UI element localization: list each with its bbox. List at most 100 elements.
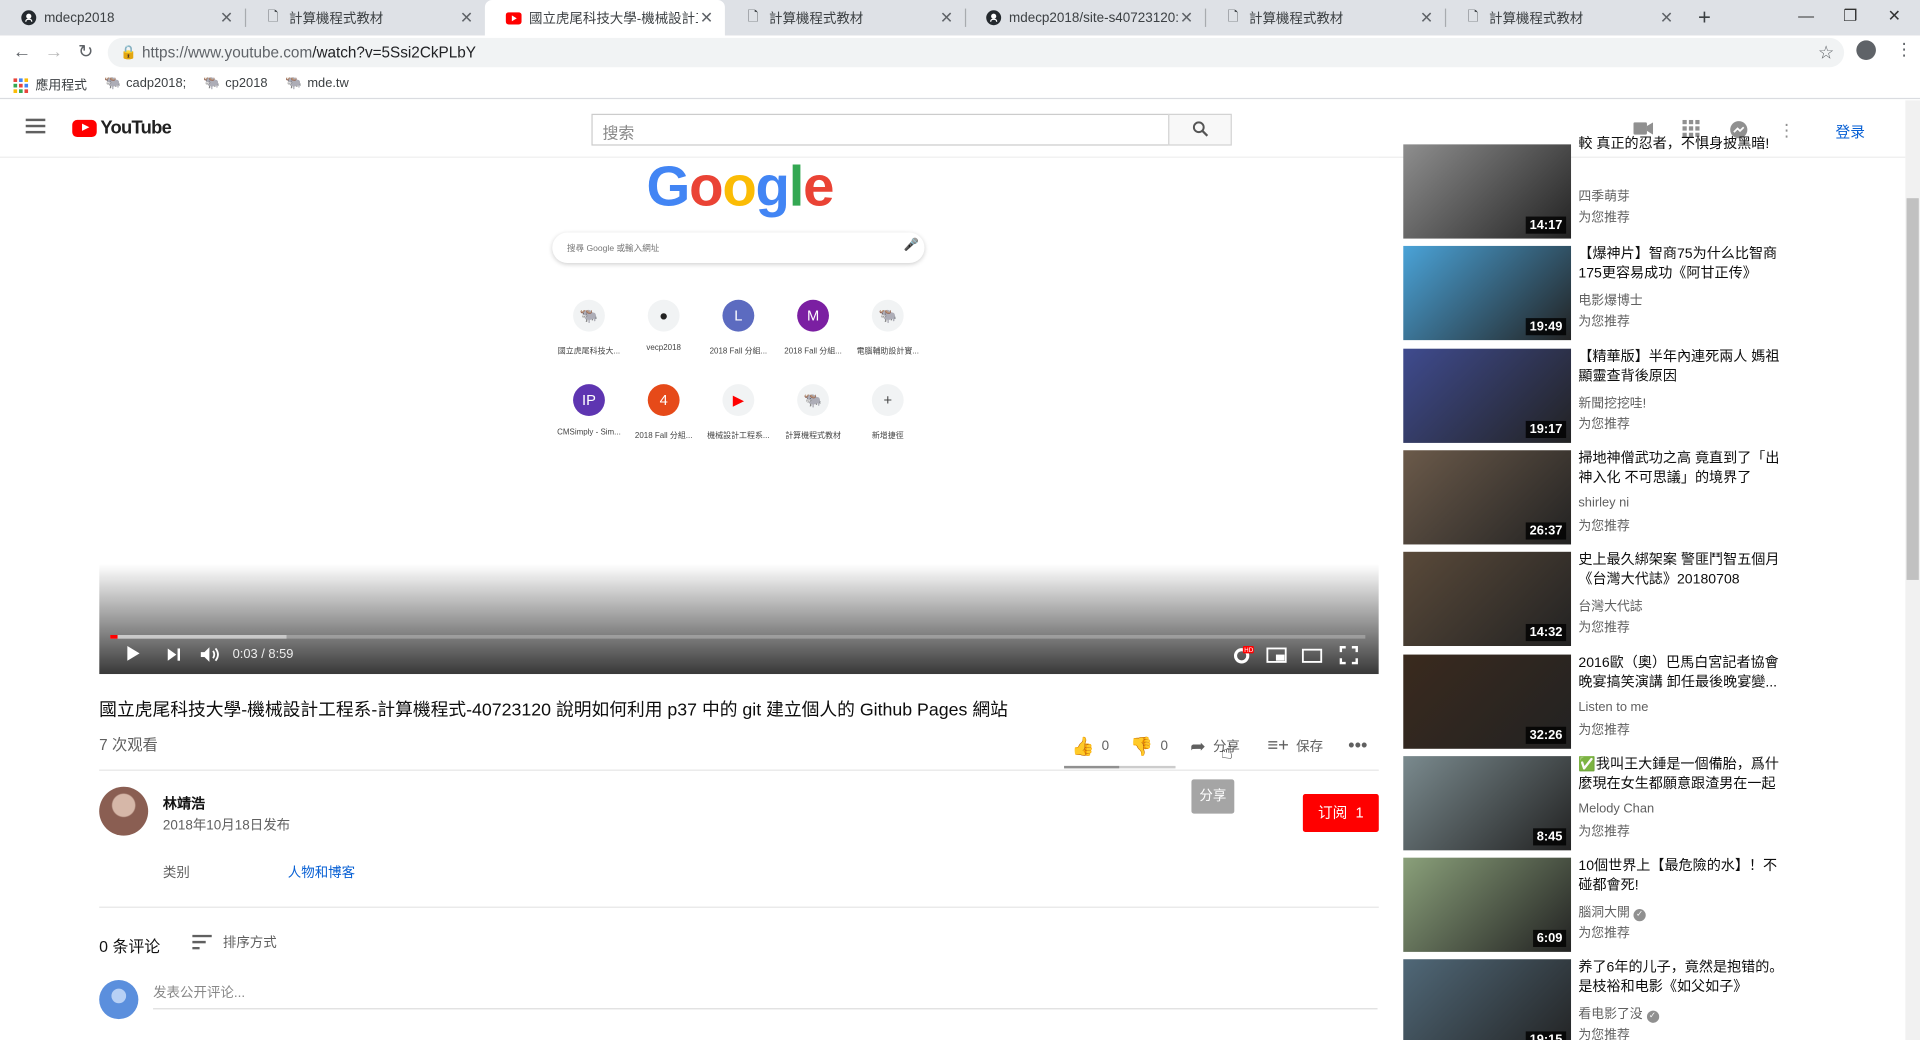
url-text: https://www.youtube.com/watch?v=5Ssi2CkP… bbox=[142, 44, 476, 62]
channel-name[interactable]: 林靖浩 bbox=[163, 794, 205, 814]
category-link[interactable]: 人物和博客 bbox=[288, 863, 355, 883]
recommendation-title[interactable]: 史上最久綁架案 警匪鬥智五個月《台灣大代誌》20180708 bbox=[1578, 552, 1784, 590]
video-duration: 14:17 bbox=[1525, 216, 1567, 234]
tab-teaching-1[interactable]: 🗋 計算機程式教材 ✕ bbox=[245, 0, 485, 35]
video-thumbnail[interactable]: 14:32 bbox=[1403, 551, 1572, 647]
bookmark-mde[interactable]: 🐃 mde.tw bbox=[285, 76, 348, 91]
settings-hd-icon[interactable]: HD bbox=[1232, 645, 1254, 671]
video-thumbnail[interactable]: 32:26 bbox=[1403, 654, 1572, 749]
video-thumbnail[interactable]: 6:09 bbox=[1403, 857, 1572, 952]
video-thumbnail[interactable]: 19:49 bbox=[1403, 245, 1572, 341]
shortcut-tile: ● vecp2018 bbox=[627, 299, 700, 352]
close-icon[interactable]: ✕ bbox=[458, 8, 475, 28]
browser-menu-icon[interactable]: ⋮ bbox=[1896, 39, 1913, 60]
dislike-button[interactable]: 👎 0 bbox=[1130, 735, 1168, 758]
recommendation-item[interactable]: 8:45 ✅我叫王大錘是一個備胎，爲什麼現在女生都願意跟渣男在一起 Melody C… bbox=[1403, 756, 1893, 851]
recommendation-title[interactable]: 养了6年的儿子，竟然是抱错的。是枝裕和电影《如父如子》 bbox=[1578, 959, 1784, 997]
window-close-button[interactable]: ✕ bbox=[1866, 0, 1920, 35]
login-button[interactable]: 登录 bbox=[1836, 121, 1865, 142]
shortcut-tile: 🐃 電腦輔助設計實... bbox=[851, 299, 924, 356]
shortcut-tile: L 2018 Fall 分組... bbox=[702, 299, 775, 356]
bookmark-cp2018[interactable]: 🐃 cp2018 bbox=[203, 76, 267, 91]
sentiment-like-fill bbox=[1064, 765, 1120, 769]
play-icon[interactable] bbox=[126, 645, 141, 668]
close-icon[interactable]: ✕ bbox=[1178, 8, 1195, 28]
miniplayer-icon[interactable] bbox=[1266, 645, 1287, 669]
save-button[interactable]: ≡+ 保存 bbox=[1267, 735, 1323, 756]
ox-icon: 🐃 bbox=[203, 75, 221, 91]
tab-mdecp2018[interactable]: mdecp2018 ✕ bbox=[0, 0, 245, 35]
close-icon[interactable]: ✕ bbox=[1658, 8, 1675, 28]
recommendation-reason: 为您推荐 bbox=[1578, 824, 1630, 840]
forward-button[interactable]: → bbox=[42, 40, 66, 64]
shortcut-tile-icon: 4 bbox=[647, 384, 680, 416]
recommendation-title[interactable]: 【爆神片】智商75为什么比智商175更容易成功《阿甘正传》 bbox=[1578, 246, 1784, 284]
address-bar[interactable]: 🔒 https://www.youtube.com/watch?v=5Ssi2C… bbox=[107, 37, 1845, 68]
close-icon[interactable]: ✕ bbox=[698, 8, 715, 28]
recommendation-title[interactable]: 2016歐（奧）巴馬白宮記者協會晚宴搞笑演講 卸任最後晚宴變... bbox=[1578, 655, 1784, 693]
reload-button[interactable]: ↻ bbox=[73, 40, 97, 64]
tab-teaching-2[interactable]: 🗋 計算機程式教材 ✕ bbox=[725, 0, 965, 35]
recommendation-item[interactable]: 6:09 10個世界上【最危險的水】！不碰都會死! 腦洞大開 ✓ 为您推荐 bbox=[1403, 857, 1893, 953]
tab-strip: mdecp2018 ✕ 🗋 計算機程式教材 ✕ 國立虎尾科技大學-機械設計工程 … bbox=[0, 0, 1920, 36]
video-thumbnail[interactable]: 14:17 bbox=[1403, 144, 1572, 239]
more-actions-button[interactable]: ••• bbox=[1348, 735, 1367, 756]
recommendation-title[interactable]: ✅我叫王大錘是一個備胎，爲什麼現在女生都願意跟渣男在一起 bbox=[1578, 756, 1784, 794]
recommendation-item[interactable]: 14:17 較 真正的忍者，不惧身披黑暗! 四季萌芽 为您推荐 bbox=[1403, 137, 1893, 239]
new-tab-button[interactable]: + bbox=[1692, 5, 1716, 29]
shortcut-tile-icon: 🐃 bbox=[573, 299, 605, 332]
recommendation-item[interactable]: 14:32 史上最久綁架案 警匪鬥智五個月《台灣大代誌》20180708 台灣大代誌… bbox=[1403, 551, 1893, 647]
recommendation-title[interactable]: 10個世界上【最危險的水】！不碰都會死! bbox=[1578, 858, 1784, 896]
bookmark-star-icon[interactable]: ☆ bbox=[1818, 42, 1834, 64]
recommendation-item[interactable]: 19:49 【爆神片】智商75为什么比智商175更容易成功《阿甘正传》 电影爆博士为… bbox=[1403, 245, 1893, 341]
thumbs-up-icon: 👍 bbox=[1071, 736, 1095, 758]
apps-grid-icon bbox=[13, 77, 29, 93]
close-icon[interactable]: ✕ bbox=[938, 8, 955, 28]
back-button[interactable]: ← bbox=[10, 40, 34, 64]
publish-date: 2018年10月18日发布 bbox=[162, 818, 291, 834]
shortcut-tile: 🐃 計算機程式教材 bbox=[776, 384, 849, 440]
search-input[interactable]: 搜索 bbox=[591, 113, 1170, 146]
channel-avatar[interactable] bbox=[99, 786, 149, 836]
bookmark-cadp2018[interactable]: 🐃 cadp2018; bbox=[104, 76, 186, 91]
like-button[interactable]: 👍 0 bbox=[1071, 735, 1109, 758]
youtube-logo[interactable]: YouTube bbox=[72, 117, 172, 138]
video-thumbnail[interactable]: 26:37 bbox=[1403, 450, 1572, 545]
comment-input[interactable]: 发表公开评论... bbox=[153, 982, 1378, 1010]
shortcut-tile-icon: + bbox=[871, 384, 904, 416]
shortcut-tile: 4 2018 Fall 分組... bbox=[627, 384, 700, 440]
next-icon[interactable] bbox=[167, 645, 182, 668]
recommendation-title[interactable]: 較 真正的忍者，不惧身披黑暗! bbox=[1578, 136, 1784, 155]
theater-mode-icon[interactable] bbox=[1301, 645, 1323, 669]
page-scrollbar[interactable] bbox=[1905, 100, 1920, 1040]
tab-teaching-4[interactable]: 🗋 計算機程式教材 ✕ bbox=[1445, 0, 1685, 35]
recommendation-title[interactable]: 【精華版】半年內連死兩人 媽祖顯靈查背後原因 bbox=[1578, 349, 1784, 387]
recommendation-item[interactable]: 26:37 掃地神僧武功之高 竟直到了「出神入化 不可思議」的境界了 shirley… bbox=[1403, 450, 1893, 545]
tab-youtube-video[interactable]: 國立虎尾科技大學-機械設計工程 ✕ bbox=[484, 0, 725, 36]
close-icon[interactable]: ✕ bbox=[1418, 8, 1435, 28]
profile-avatar-icon[interactable] bbox=[1856, 40, 1876, 60]
recommendation-item[interactable]: 19:17 【精華版】半年內連死兩人 媽祖顯靈查背後原因 新聞挖挖哇! 为您推荐 bbox=[1403, 348, 1893, 444]
scrollbar-thumb[interactable] bbox=[1906, 198, 1919, 580]
tab-teaching-3[interactable]: 🗋 計算機程式教材 ✕ bbox=[1205, 0, 1445, 35]
video-thumbnail[interactable]: 8:45 bbox=[1403, 756, 1572, 851]
close-icon[interactable]: ✕ bbox=[218, 8, 235, 28]
seek-bar[interactable] bbox=[110, 634, 1366, 639]
recommendation-title[interactable]: 掃地神僧武功之高 竟直到了「出神入化 不可思議」的境界了 bbox=[1578, 450, 1784, 488]
video-thumbnail[interactable]: 19:17 bbox=[1403, 348, 1572, 443]
verified-icon: ✓ bbox=[1646, 1010, 1659, 1023]
bookmark-apps[interactable]: 應用程式 bbox=[13, 76, 87, 94]
volume-icon[interactable] bbox=[200, 645, 222, 669]
video-duration: 26:37 bbox=[1525, 522, 1567, 540]
fullscreen-icon[interactable] bbox=[1339, 645, 1358, 671]
tab-github-site[interactable]: mdecp2018/site-s40723120: si ✕ bbox=[965, 0, 1205, 35]
recommendation-item[interactable]: 32:26 2016歐（奧）巴馬白宮記者協會晚宴搞笑演講 卸任最後晚宴變... Li… bbox=[1403, 654, 1893, 750]
video-thumbnail[interactable]: 19:15 bbox=[1403, 959, 1572, 1040]
shortcut-tile-label: 國立虎尾科技大... bbox=[557, 347, 621, 357]
menu-icon[interactable] bbox=[25, 118, 46, 134]
video-player[interactable]: Google 搜尋 Google 或輸入網址 🎤 🐃 國立虎尾科技大... ● vec… bbox=[99, 157, 1379, 675]
sort-button[interactable]: 排序方式 bbox=[192, 932, 277, 952]
subscribe-button[interactable]: 订阅 1 bbox=[1302, 794, 1379, 832]
search-button[interactable] bbox=[1168, 113, 1232, 146]
recommendation-item[interactable]: 19:15 养了6年的儿子，竟然是抱错的。是枝裕和电影《如父如子》 看电影了没 ✓ 为您… bbox=[1403, 959, 1893, 1040]
